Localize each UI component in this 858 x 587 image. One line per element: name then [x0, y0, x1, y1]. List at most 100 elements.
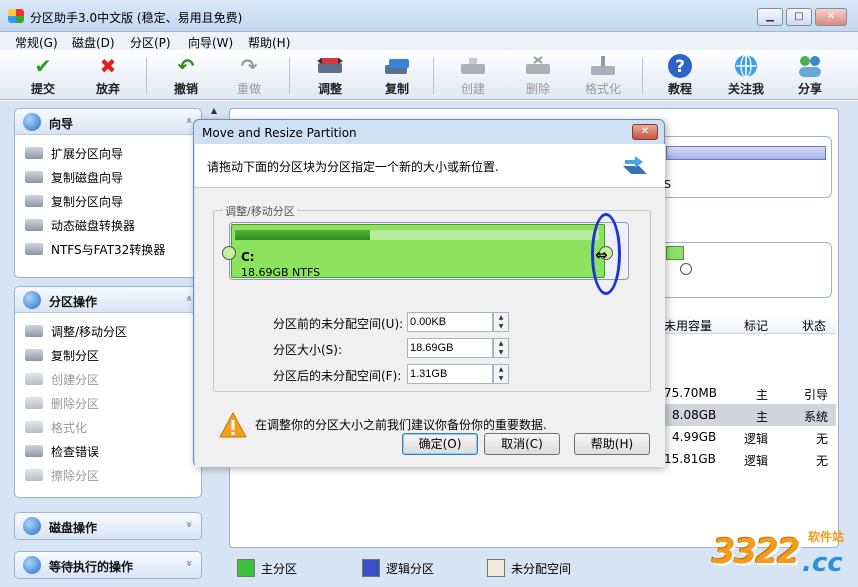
menu-help[interactable]: 帮助(H)	[248, 34, 290, 51]
group-title: 调整/移动分区	[223, 203, 297, 219]
menu-general[interactable]: 常规(G)	[15, 34, 58, 51]
table-row[interactable]: 8.08GB 主 系统	[660, 404, 836, 426]
sidebar-item-wipe-partition[interactable]: 擦除分区	[25, 465, 99, 485]
toolbar-separator	[146, 58, 147, 94]
unallocated-swatch	[487, 559, 505, 577]
resize-partition-icon	[316, 54, 344, 78]
delete-button[interactable]: 删除	[511, 52, 565, 98]
submit-button[interactable]: ✔ 提交	[16, 52, 70, 98]
partition-size-stepper[interactable]: ▲ ▼	[493, 338, 509, 358]
unallocated-after-input[interactable]	[407, 364, 493, 384]
unallocated-after-stepper[interactable]: ▲ ▼	[493, 364, 509, 384]
sidebar-item-resize-move[interactable]: 调整/移动分区	[25, 321, 127, 341]
unallocated-before-label: 分区前的未分配空间(U):	[273, 317, 404, 331]
help-icon: ?	[666, 54, 694, 78]
close-button[interactable]: ✕	[815, 8, 847, 26]
move-resize-dialog: Move and Resize Partition ✕ 请拖动下面的分区块为分区…	[193, 119, 665, 467]
minimize-button[interactable]: ▁	[757, 8, 783, 26]
x-icon: ✖	[99, 54, 117, 78]
left-resize-handle[interactable]	[222, 246, 236, 260]
partition-ops-panel-header[interactable]: 分区操作 «	[15, 287, 201, 313]
help-button[interactable]: 帮助(H)	[574, 433, 650, 455]
table-row[interactable]: 15.81GB 逻辑 无	[660, 448, 836, 470]
unallocated-after-label: 分区后的未分配空间(F):	[273, 369, 402, 383]
disk2-resize-handle[interactable]	[680, 263, 692, 275]
follow-me-button[interactable]: 关注我	[719, 52, 773, 98]
partition-table-header: 未用容量 标记 状态	[660, 314, 836, 334]
partition-name: C:	[241, 250, 255, 264]
scroll-up-arrow-icon[interactable]: ▲	[207, 104, 221, 118]
sidebar-item-create-partition[interactable]: 创建分区	[25, 369, 99, 389]
sidebar-item-format[interactable]: 格式化	[25, 417, 87, 437]
partition-usage-fill	[235, 230, 370, 240]
pending-ops-panel: 等待执行的操作 »	[14, 551, 202, 579]
wizard-panel-header[interactable]: 向导 «	[15, 109, 201, 135]
resize-button[interactable]: 调整	[303, 52, 357, 98]
table-row[interactable]: 75.70MB 主 引导	[660, 382, 836, 404]
dialog-close-button[interactable]: ✕	[632, 124, 658, 140]
sidebar-item-ntfs-fat32-converter[interactable]: NTFS与FAT32转换器	[25, 239, 165, 259]
disk-icon	[25, 147, 43, 159]
pending-ops-panel-header[interactable]: 等待执行的操作 »	[15, 552, 201, 578]
svg-text:?: ?	[675, 57, 685, 77]
disk-icon	[25, 171, 43, 183]
disk-ops-panel-header[interactable]: 磁盘操作 »	[15, 513, 201, 539]
unallocated-before-input[interactable]	[407, 312, 493, 332]
undo-button[interactable]: ↶ 撤销	[159, 52, 213, 98]
share-button[interactable]: 分享	[783, 52, 837, 98]
app-logo-icon	[8, 9, 24, 23]
pending-ops-icon	[23, 556, 41, 574]
menu-partition[interactable]: 分区(P)	[130, 34, 171, 51]
sidebar-item-delete-partition[interactable]: 删除分区	[25, 393, 99, 413]
expand-chevron-icon[interactable]: »	[183, 560, 196, 567]
copy-partition-icon	[383, 54, 411, 78]
partition-ops-panel: 分区操作 « 调整/移动分区 复制分区 创建分区 删除分区 格式化 检查错误 擦…	[14, 286, 202, 498]
toolbar-separator	[642, 58, 643, 94]
primary-partition-swatch	[237, 559, 255, 577]
wipe-icon	[25, 469, 43, 481]
cancel-button[interactable]: 取消(C)	[484, 433, 560, 455]
copy-button[interactable]: 复制	[370, 52, 424, 98]
column-header-flag[interactable]: 标记	[744, 317, 768, 334]
menu-bar: 常规(G) 磁盘(D) 分区(P) 向导(W) 帮助(H)	[0, 32, 858, 50]
sidebar-item-check-errors[interactable]: 检查错误	[25, 441, 99, 461]
toolbar-separator	[289, 58, 290, 94]
menu-disk[interactable]: 磁盘(D)	[72, 34, 115, 51]
disk-icon	[25, 219, 43, 231]
undo-icon: ↶	[177, 54, 195, 78]
sidebar-item-extend-partition-wizard[interactable]: 扩展分区向导	[25, 143, 123, 163]
discard-button[interactable]: ✖ 放弃	[81, 52, 135, 98]
dialog-header: 请拖动下面的分区块为分区指定一个新的大小或新位置.	[195, 144, 665, 188]
redo-button[interactable]: ↷ 重做	[222, 52, 276, 98]
check-disk-icon	[25, 445, 43, 457]
legend-logical: 逻辑分区	[362, 559, 434, 577]
column-header-status[interactable]: 状态	[802, 317, 826, 334]
maximize-button[interactable]: □	[786, 8, 812, 26]
table-row[interactable]: 4.99GB 逻辑 无	[660, 426, 836, 448]
disk2-partition-bar[interactable]	[666, 246, 684, 260]
sidebar-item-copy-partition-wizard[interactable]: 复制分区向导	[25, 191, 123, 211]
menu-wizard[interactable]: 向导(W)	[188, 34, 233, 51]
globe-icon	[732, 54, 760, 78]
dialog-title: Move and Resize Partition	[202, 126, 357, 140]
title-bar: 分区助手3.0中文版 (稳定、易用且免费) ▁ □ ✕	[0, 0, 858, 32]
sidebar-item-dynamic-disk-converter[interactable]: 动态磁盘转换器	[25, 215, 135, 235]
disk-icon	[25, 243, 43, 255]
ok-button[interactable]: 确定(O)	[402, 433, 478, 455]
create-button[interactable]: 创建	[446, 52, 500, 98]
column-header-free[interactable]: 未用容量	[664, 317, 712, 334]
toolbar: ✔ 提交 ✖ 放弃 ↶ 撤销 ↷ 重做 调整 复制 创建 删除 格式化 ? 教程…	[0, 50, 858, 100]
watermark-logo: 3322 软件站 .cc	[712, 530, 845, 578]
create-partition-icon	[459, 54, 487, 78]
sidebar-item-copy-disk-wizard[interactable]: 复制磁盘向导	[25, 167, 123, 187]
unallocated-before-stepper[interactable]: ▲ ▼	[493, 312, 509, 332]
expand-chevron-icon[interactable]: »	[183, 521, 196, 528]
legend-primary: 主分区	[237, 559, 297, 577]
partition-size-input[interactable]	[407, 338, 493, 358]
tutorial-button[interactable]: ? 教程	[653, 52, 707, 98]
disk1-partition-bar[interactable]	[666, 146, 826, 160]
wizard-icon	[23, 113, 41, 131]
sidebar-item-copy-partition[interactable]: 复制分区	[25, 345, 99, 365]
format-button[interactable]: 格式化	[576, 52, 630, 98]
check-icon: ✔	[34, 54, 52, 78]
